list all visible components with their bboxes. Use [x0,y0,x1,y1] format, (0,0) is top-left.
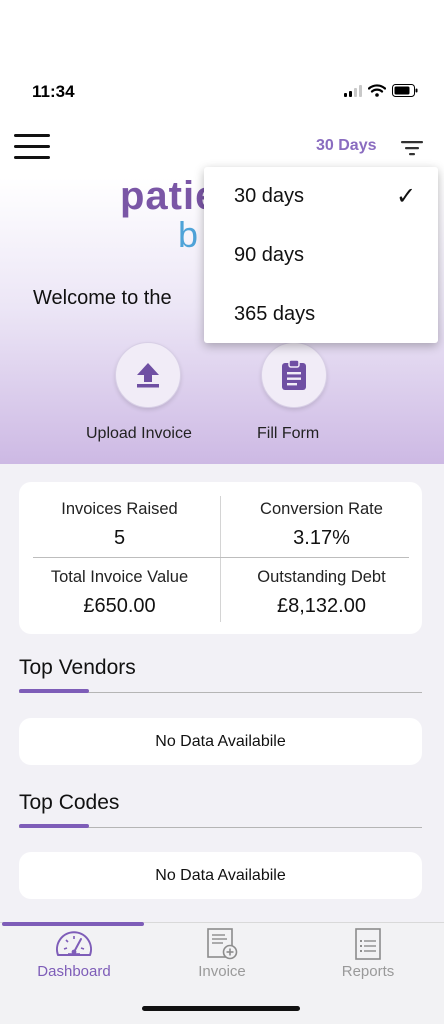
logo-wordmark-secondary: b [178,214,199,255]
stat-value: £8,132.00 [277,595,366,617]
stat-value: 5 [113,527,126,549]
period-option-label: 90 days [234,244,305,266]
period-option-30-days[interactable]: 30 days ✓ [204,167,438,225]
stat-invoices-raised: Invoices Raised 5 [19,500,220,550]
upload-invoice-button[interactable] [115,342,181,408]
top-codes-empty-state: No Data Availabile [19,852,422,899]
report-list-icon [355,928,381,960]
stat-conversion-rate: Conversion Rate 3.17% [221,500,422,550]
top-vendors-empty-state: No Data Availabile [19,718,422,765]
cellular-signal-icon [344,85,362,97]
tab-label: Invoice [198,963,246,980]
stats-card: Invoices Raised 5 Conversion Rate 3.17% … [19,482,422,634]
section-title-top-vendors: Top Vendors [19,656,136,679]
upload-icon [137,363,159,388]
status-icons [344,84,418,97]
tab-reports[interactable]: Reports [294,923,442,993]
section-title-top-codes: Top Codes [19,791,120,814]
section-accent-bar [19,824,89,828]
stat-value: 3.17% [293,527,350,549]
filter-lines-icon[interactable] [400,138,424,158]
tab-label: Dashboard [37,963,111,980]
period-selector[interactable]: 30 Days [316,137,377,155]
status-time: 11:34 [32,82,75,101]
tab-invoice[interactable]: Invoice [148,923,296,993]
period-option-label: 30 days [234,185,305,207]
add-invoice-icon [207,928,238,960]
stat-outstanding-debt: Outstanding Debt £8,132.00 [221,568,422,618]
upload-invoice-label[interactable]: Upload Invoice [86,425,192,443]
clipboard-icon [282,359,306,390]
stat-label: Outstanding Debt [257,568,386,586]
welcome-text: Welcome to the [33,287,172,309]
stat-value: £650.00 [83,595,156,617]
checkmark-icon: ✓ [396,183,417,210]
wifi-icon [368,84,386,97]
stat-label: Conversion Rate [260,500,383,518]
battery-icon [392,84,418,97]
hamburger-menu-icon [14,134,50,137]
fill-form-button[interactable] [261,342,327,408]
fill-form-label[interactable]: Fill Form [257,425,319,443]
period-option-365-days[interactable]: 365 days [204,285,438,343]
tab-label: Reports [341,963,395,980]
stat-label: Total Invoice Value [50,568,189,586]
divider [33,557,409,558]
stat-label: Invoices Raised [61,500,178,518]
stat-total-invoice-value: Total Invoice Value £650.00 [19,568,220,618]
section-accent-bar [19,689,89,693]
tab-dashboard[interactable]: Dashboard [0,923,148,993]
speedometer-icon [56,931,92,956]
menu-button[interactable] [14,134,50,160]
home-indicator [142,1006,300,1011]
period-dropdown-menu: 30 days ✓ 90 days 365 days [204,167,438,343]
period-option-label: 365 days [234,303,316,325]
period-option-90-days[interactable]: 90 days [204,226,438,284]
